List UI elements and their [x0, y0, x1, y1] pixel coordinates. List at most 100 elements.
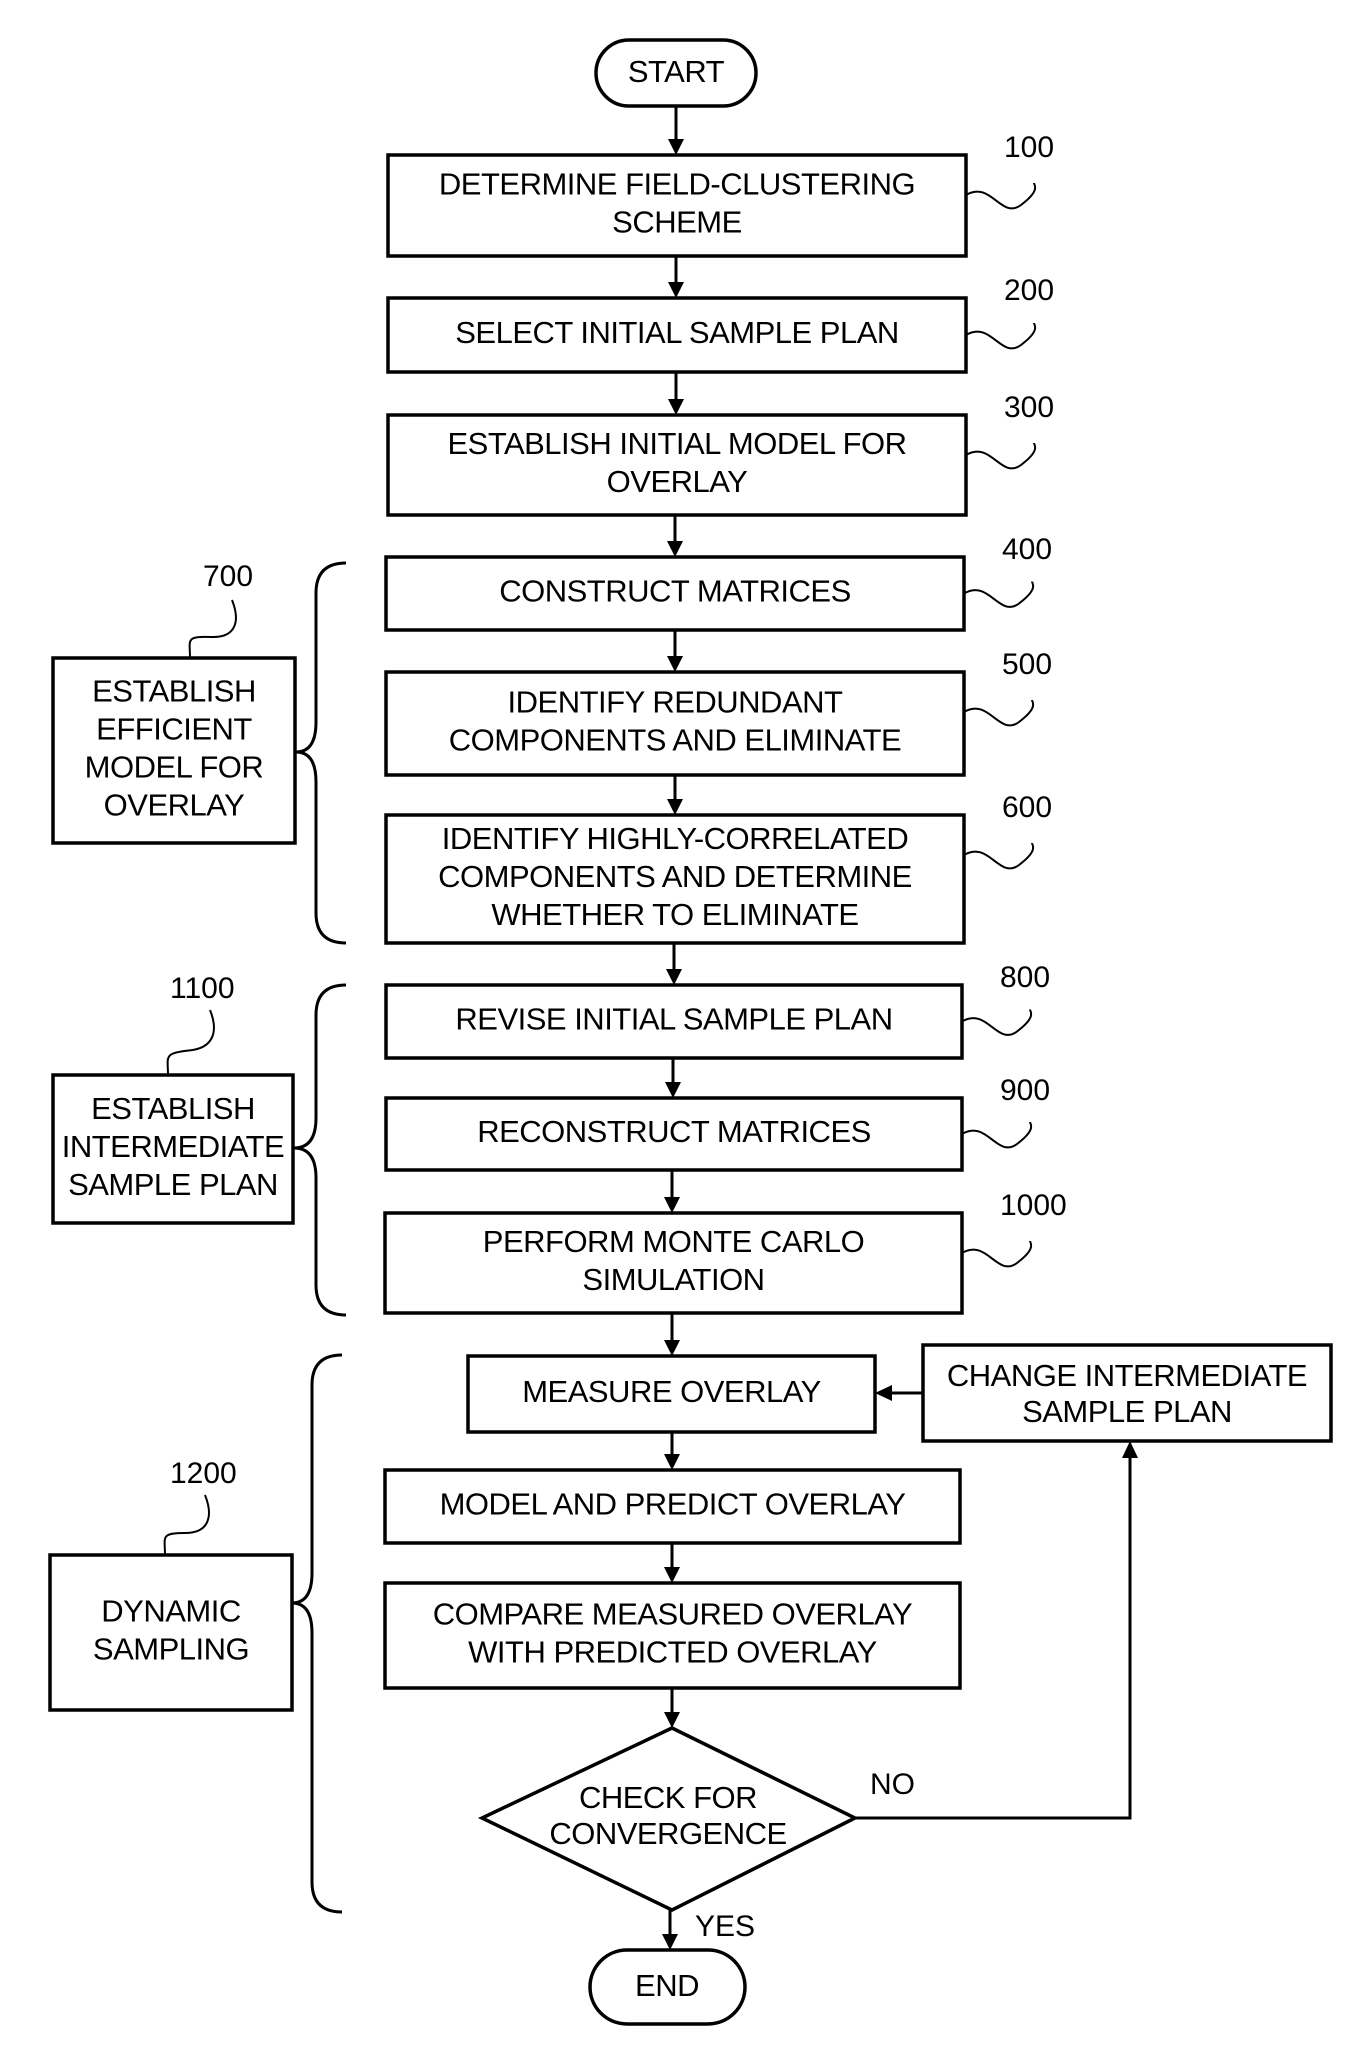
change-box-line-2: SAMPLE PLAN: [1022, 1394, 1232, 1429]
arrowhead-down-icon: [664, 1454, 680, 1470]
step-text-line: RECONSTRUCT MATRICES: [477, 1114, 871, 1149]
step-box-200: SELECT INITIAL SAMPLE PLAN 200: [386, 274, 1054, 374]
step-box-100: DETERMINE FIELD-CLUSTERINGSCHEME 100: [386, 131, 1054, 258]
step-box-800: REVISE INITIAL SAMPLE PLAN 800: [384, 961, 1050, 1060]
arrowhead-down-icon: [668, 399, 684, 415]
step-text-line: IDENTIFY HIGHLY-CORRELATED: [442, 821, 908, 856]
leader-line: [163, 1494, 210, 1556]
leader-line: [965, 322, 1037, 350]
group-brace: [295, 561, 347, 945]
leader-line: [961, 1009, 1033, 1036]
leader-line: [965, 182, 1037, 210]
step-box-dyn-11: COMPARE MEASURED OVERLAYWITH PREDICTED O…: [383, 1581, 962, 1690]
leader-line: [965, 442, 1037, 470]
arrowhead-down-icon: [665, 1082, 681, 1098]
reference-numeral: 700: [203, 560, 253, 593]
leader-line: [166, 1009, 215, 1076]
group-text-line: ESTABLISH: [92, 674, 256, 709]
step-text-line: ESTABLISH INITIAL MODEL FOR: [447, 426, 906, 461]
arrowhead-down-icon: [664, 1567, 680, 1583]
leader-line: [188, 599, 237, 659]
arrowhead-down-icon: [664, 1197, 680, 1213]
group-text-line: DYNAMIC: [101, 1594, 241, 1629]
group-annotations: ESTABLISHEFFICIENTMODEL FOROVERLAY700EST…: [48, 560, 347, 1914]
group-text-line: EFFICIENT: [96, 712, 252, 747]
step-box-600: IDENTIFY HIGHLY-CORRELATEDCOMPONENTS AND…: [384, 791, 1052, 945]
yes-label: YES: [695, 1910, 755, 1943]
arrowhead-down-icon: [662, 1934, 678, 1950]
decision-line-1: CHECK FOR: [579, 1780, 757, 1815]
step-box-dyn-9: MEASURE OVERLAY: [466, 1354, 877, 1434]
arrowhead-down-icon: [664, 1712, 680, 1728]
reference-numeral: 100: [1004, 131, 1054, 164]
no-label: NO: [870, 1768, 915, 1801]
arrowhead-down-icon: [667, 541, 683, 557]
arrowhead-up-icon: [1122, 1441, 1138, 1458]
step-text-line: WHETHER TO ELIMINATE: [491, 897, 858, 932]
group-text-line: SAMPLING: [93, 1632, 249, 1667]
leader-line: [961, 1240, 1033, 1268]
step-text-line: SELECT INITIAL SAMPLE PLAN: [455, 315, 899, 350]
reference-numeral: 200: [1004, 274, 1054, 307]
step-box-dyn-10: MODEL AND PREDICT OVERLAY: [383, 1468, 962, 1545]
group-text-line: OVERLAY: [104, 788, 245, 823]
arrowhead-down-icon: [668, 139, 684, 155]
leader-line: [963, 699, 1035, 727]
group-700: ESTABLISHEFFICIENTMODEL FOROVERLAY 700: [51, 560, 347, 945]
start-terminal: START: [594, 38, 758, 108]
step-text-line: COMPONENTS AND ELIMINATE: [449, 723, 902, 758]
arrowhead-down-icon: [667, 656, 683, 672]
step-text-line: PERFORM MONTE CARLO: [483, 1224, 864, 1259]
step-text-line: DETERMINE FIELD-CLUSTERING: [439, 167, 915, 202]
step-box-500: IDENTIFY REDUNDANTCOMPONENTS AND ELIMINA…: [384, 648, 1052, 777]
flowchart: START END DETERMINE FIELD-CLUSTERINGSCHE…: [48, 38, 1333, 2026]
step-text-line: OVERLAY: [607, 464, 748, 499]
group-text-line: MODEL FOR: [85, 750, 264, 785]
reference-numeral: 500: [1002, 648, 1052, 681]
convergence-decision: CHECK FOR CONVERGENCE NO YES: [477, 1726, 915, 1943]
reference-numeral: 800: [1000, 961, 1050, 994]
end-terminal: END: [588, 1948, 747, 2026]
change-box-line-1: CHANGE INTERMEDIATE: [947, 1358, 1307, 1393]
step-box-300: ESTABLISH INITIAL MODEL FOROVERLAY 300: [386, 391, 1054, 517]
step-box-1000: PERFORM MONTE CARLOSIMULATION 1000: [383, 1189, 1067, 1315]
leader-line: [961, 1121, 1033, 1149]
step-box-400: CONSTRUCT MATRICES 400: [384, 533, 1052, 632]
group-brace: [291, 1353, 343, 1914]
step-text-line: MEASURE OVERLAY: [522, 1374, 821, 1409]
reference-numeral: 400: [1002, 533, 1052, 566]
arrowhead-down-icon: [666, 969, 682, 985]
reference-numeral: 1100: [170, 972, 235, 1005]
group-text-line: SAMPLE PLAN: [68, 1167, 278, 1202]
leader-line: [963, 581, 1035, 608]
step-box-900: RECONSTRUCT MATRICES 900: [384, 1074, 1050, 1172]
step-text-line: MODEL AND PREDICT OVERLAY: [440, 1487, 906, 1522]
leader-line: [963, 842, 1035, 870]
arrowhead-down-icon: [664, 1340, 680, 1356]
reference-numeral: 1200: [170, 1457, 237, 1490]
group-text-line: INTERMEDIATE: [62, 1129, 285, 1164]
end-label: END: [635, 1968, 699, 2003]
reference-numeral: 1000: [1000, 1189, 1067, 1222]
step-text-line: CONSTRUCT MATRICES: [499, 574, 851, 609]
step-text-line: REVISE INITIAL SAMPLE PLAN: [455, 1002, 892, 1037]
step-text-line: WITH PREDICTED OVERLAY: [468, 1635, 877, 1670]
change-intermediate-sample-plan-box: CHANGE INTERMEDIATE SAMPLE PLAN: [921, 1343, 1333, 1443]
step-text-line: SIMULATION: [582, 1262, 764, 1297]
decision-line-2: CONVERGENCE: [549, 1816, 786, 1851]
group-brace: [293, 983, 347, 1317]
start-label: START: [628, 54, 725, 89]
arrowhead-left-icon: [875, 1385, 892, 1401]
process-steps: DETERMINE FIELD-CLUSTERINGSCHEME 100 SELEC…: [383, 131, 1067, 1690]
step-text-line: IDENTIFY REDUNDANT: [508, 685, 843, 720]
step-text-line: SCHEME: [612, 205, 742, 240]
group-1100: ESTABLISHINTERMEDIATESAMPLE PLAN 1100: [51, 972, 347, 1317]
group-text-line: ESTABLISH: [91, 1091, 255, 1126]
reference-numeral: 600: [1002, 791, 1052, 824]
group-1200: DYNAMICSAMPLING 1200: [48, 1353, 343, 1914]
arrowhead-down-icon: [667, 799, 683, 815]
reference-numeral: 300: [1004, 391, 1054, 424]
step-text-line: COMPONENTS AND DETERMINE: [438, 859, 912, 894]
reference-numeral: 900: [1000, 1074, 1050, 1107]
step-text-line: COMPARE MEASURED OVERLAY: [433, 1597, 913, 1632]
